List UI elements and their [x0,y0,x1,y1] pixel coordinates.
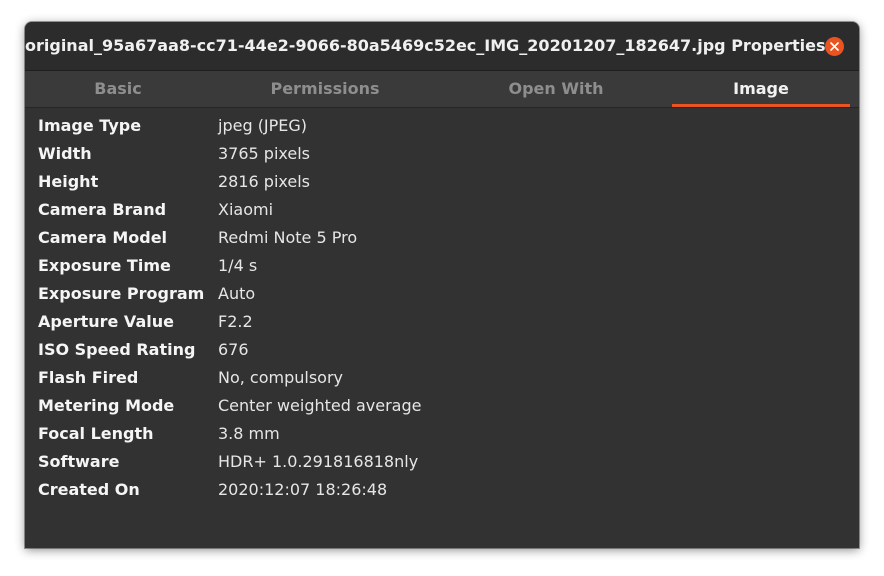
property-row-height: Height 2816 pixels [25,168,859,196]
property-value: 2020:12:07 18:26:48 [218,480,388,499]
property-value: 676 [218,340,249,359]
title-bar[interactable]: original_95a67aa8-cc71-44e2-9066-80a5469… [25,22,859,71]
property-value: Auto [218,284,256,303]
property-label: Camera Brand [38,200,167,219]
property-label: Exposure Program [38,284,205,303]
property-row-exposure-program: Exposure Program Auto [25,280,859,308]
property-row-iso-speed: ISO Speed Rating 676 [25,336,859,364]
property-row-width: Width 3765 pixels [25,140,859,168]
property-label: Exposure Time [38,256,171,275]
property-value: F2.2 [218,312,253,331]
property-label: Image Type [38,116,142,135]
tab-basic[interactable]: Basic [25,71,211,107]
properties-dialog: original_95a67aa8-cc71-44e2-9066-80a5469… [25,22,859,548]
tab-bar: Basic Permissions Open With Image [25,71,859,108]
tab-open-with[interactable]: Open With [439,71,673,107]
property-value: No, compulsory [218,368,344,387]
property-label: ISO Speed Rating [38,340,196,359]
property-label: Software [38,452,120,471]
property-row-camera-model: Camera Model Redmi Note 5 Pro [25,224,859,252]
property-row-camera-brand: Camera Brand Xiaomi [25,196,859,224]
property-label: Camera Model [38,228,168,247]
property-value: 3.8 mm [218,424,280,443]
property-row-created-on: Created On 2020:12:07 18:26:48 [25,476,859,504]
tab-image[interactable]: Image [672,71,850,107]
property-label: Width [38,144,92,163]
property-label: Height [38,172,99,191]
property-value: Redmi Note 5 Pro [218,228,358,247]
property-value: 2816 pixels [218,172,311,191]
property-row-focal-length: Focal Length 3.8 mm [25,420,859,448]
property-row-image-type: Image Type jpeg (JPEG) [25,112,859,140]
property-label: Created On [38,480,140,499]
property-value: HDR+ 1.0.291816818nly [218,452,419,471]
property-value: 3765 pixels [218,144,311,163]
property-row-software: Software HDR+ 1.0.291816818nly [25,448,859,476]
property-row-aperture-value: Aperture Value F2.2 [25,308,859,336]
property-label: Focal Length [38,424,154,443]
property-row-exposure-time: Exposure Time 1/4 s [25,252,859,280]
property-label: Metering Mode [38,396,175,415]
property-row-metering-mode: Metering Mode Center weighted average [25,392,859,420]
image-properties-panel: Image Type jpeg (JPEG) Width 3765 pixels… [25,112,859,504]
property-value: Center weighted average [218,396,422,415]
tab-permissions[interactable]: Permissions [211,71,439,107]
property-row-flash-fired: Flash Fired No, compulsory [25,364,859,392]
property-label: Aperture Value [38,312,174,331]
close-button[interactable] [825,37,844,56]
close-icon [830,42,839,51]
property-label: Flash Fired [38,368,139,387]
property-value: Xiaomi [218,200,274,219]
window-title: original_95a67aa8-cc71-44e2-9066-80a5469… [25,36,826,55]
property-value: 1/4 s [218,256,258,275]
property-value: jpeg (JPEG) [218,116,308,135]
